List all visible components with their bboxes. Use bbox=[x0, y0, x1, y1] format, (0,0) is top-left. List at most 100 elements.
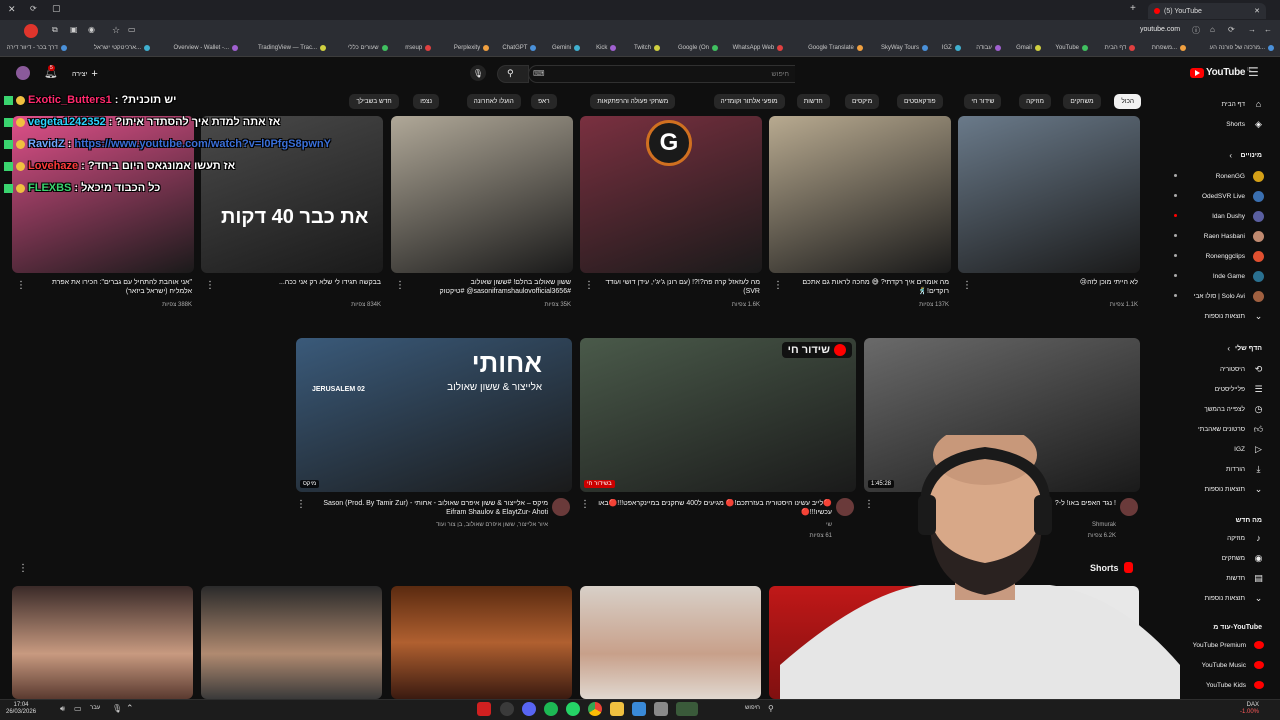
bookmark-item[interactable]: Gemini bbox=[552, 45, 580, 51]
short-thumbnail[interactable] bbox=[201, 586, 382, 699]
bookmark-item[interactable]: WhatsApp Web bbox=[733, 45, 784, 51]
obs-icon[interactable] bbox=[500, 702, 514, 716]
chrome-icon[interactable] bbox=[588, 702, 602, 716]
bookmark-item[interactable]: TradingView — Trac... bbox=[258, 45, 326, 51]
sidebar-item[interactable]: תוצאות נוספות ⌄ bbox=[1205, 311, 1264, 322]
chip-8[interactable]: משחקי פעולה והרפתקאות bbox=[590, 94, 676, 109]
chip-9[interactable]: ראפ bbox=[531, 94, 557, 109]
bookmark-item[interactable]: עבודה bbox=[976, 45, 1001, 51]
voice-search-icon[interactable]: 🎙︎ bbox=[470, 65, 486, 81]
volume-icon[interactable]: 🔊︎ bbox=[60, 704, 65, 714]
bookmark-item[interactable]: rrseup bbox=[405, 45, 432, 51]
chip-5[interactable]: מיקסים bbox=[844, 94, 880, 109]
new-tab-icon[interactable]: + bbox=[1130, 3, 1136, 14]
back-icon[interactable]: ← bbox=[1264, 25, 1272, 34]
more-options-icon[interactable]: ⋮ bbox=[773, 280, 783, 292]
stock-widget[interactable]: DAX -1.00% bbox=[1240, 702, 1259, 716]
minecraft-icon[interactable] bbox=[676, 702, 698, 716]
sidebar-item[interactable]: Shorts ◈ bbox=[1226, 119, 1264, 130]
chip-10[interactable]: הועלו לאחרונה bbox=[466, 94, 521, 109]
sidebar-item-subscription[interactable]: OdedSVR Live bbox=[1202, 191, 1264, 202]
bookmark-item[interactable]: ChatGPT bbox=[502, 45, 537, 51]
sidebar-item[interactable]: YouTube Music bbox=[1202, 661, 1264, 669]
chip-0[interactable]: הכול bbox=[1114, 94, 1141, 109]
sidebar-item[interactable]: לצפייה בהמשך ◷ bbox=[1204, 404, 1264, 415]
sidebar-item[interactable]: הורדות ⤓ bbox=[1226, 464, 1264, 475]
refresh-icon[interactable]: ⟳ bbox=[30, 4, 37, 13]
forward-icon[interactable]: → bbox=[1248, 25, 1256, 34]
more-options-icon[interactable]: ⋮ bbox=[296, 499, 306, 511]
clock[interactable]: 17:04 26/03/2026 bbox=[6, 702, 36, 716]
video-thumbnail[interactable]: אחותי אלייצור & ששון שאולוב JERUSALEM 02 מי… bbox=[296, 338, 572, 492]
bookmark-item[interactable]: Twitch bbox=[634, 45, 660, 51]
sidebar-item-subscription[interactable]: Idan Dushy bbox=[1212, 211, 1264, 222]
file-explorer-icon[interactable] bbox=[610, 702, 624, 716]
sidebar-item-subscription[interactable]: סולו אבי | Solo Avi bbox=[1194, 291, 1264, 302]
video-title[interactable]: לא הייתי מוכן לזה😢 bbox=[976, 278, 1138, 298]
video-thumbnail[interactable] bbox=[391, 116, 573, 273]
bookmark-item[interactable]: מרכזה של פורנה הע... bbox=[1210, 45, 1274, 51]
subscriptions-title[interactable]: מינויים bbox=[1241, 152, 1262, 159]
discord-icon[interactable] bbox=[522, 702, 536, 716]
bookmark-item[interactable]: Perplexity bbox=[454, 45, 490, 51]
avatar[interactable] bbox=[16, 66, 30, 80]
video-thumbnail[interactable] bbox=[958, 116, 1140, 273]
shelf-menu-icon[interactable]: ⋮ bbox=[18, 563, 28, 575]
you-title[interactable]: הדף שלי bbox=[1235, 345, 1262, 352]
microphone-icon[interactable]: 🎙︎ bbox=[112, 704, 122, 713]
bookmark-item[interactable]: משפחת... bbox=[1152, 45, 1186, 51]
spotify-icon[interactable] bbox=[544, 702, 558, 716]
search-button[interactable]: ⚲ bbox=[497, 65, 529, 83]
restore-icon[interactable]: ▢ bbox=[52, 3, 61, 14]
sidebar-item-subscription[interactable]: RonenGG bbox=[1216, 171, 1264, 182]
whatsapp-icon[interactable] bbox=[566, 702, 580, 716]
photos-icon[interactable] bbox=[632, 702, 646, 716]
bookmark-item[interactable]: ארכיטקטי ישראל... bbox=[94, 45, 150, 51]
network-icon[interactable]: ▭ bbox=[74, 704, 82, 713]
bookmark-item[interactable]: Google Translate bbox=[808, 45, 863, 51]
reload-icon[interactable]: ⟳ bbox=[1228, 25, 1235, 34]
taskbar-search-label[interactable]: חיפוש bbox=[745, 705, 760, 711]
video-title[interactable]: "אני אוהבת להתחיל עם גברים": הכירו את אפ… bbox=[30, 278, 192, 298]
chip-7[interactable]: מופעי אלתור וקומדיה bbox=[713, 94, 785, 109]
more-options-icon[interactable]: ⋮ bbox=[205, 280, 215, 292]
bookmark-item[interactable]: Gmail bbox=[1016, 45, 1041, 51]
extension-icon[interactable]: ▣ bbox=[70, 25, 78, 34]
bookmark-item[interactable]: שעורים כללי bbox=[348, 45, 388, 51]
bookmark-item[interactable]: דף הבית bbox=[1105, 45, 1136, 51]
profile-icon[interactable] bbox=[24, 24, 38, 38]
bookmark-item[interactable]: Overview - Wallet -... bbox=[174, 45, 238, 51]
close-tab-icon[interactable]: ✕ bbox=[1254, 7, 1260, 15]
create-button[interactable]: יצירה + bbox=[72, 68, 98, 80]
short-thumbnail[interactable] bbox=[391, 586, 572, 699]
sidebar-item-subscription[interactable]: Ronenggclips bbox=[1206, 251, 1264, 262]
bookmark-star-icon[interactable]: ☆ bbox=[112, 25, 120, 36]
sidebar-item[interactable]: סרטונים שאהבתי 👍︎ bbox=[1198, 424, 1264, 435]
bookmark-item[interactable]: IGZ bbox=[942, 45, 961, 51]
home-button-icon[interactable]: ⌂ bbox=[1210, 25, 1215, 34]
taskbar-search-icon[interactable]: ⚲ bbox=[768, 704, 774, 713]
more-options-icon[interactable]: ⋮ bbox=[395, 280, 405, 292]
short-thumbnail[interactable] bbox=[12, 586, 193, 699]
bookmark-item[interactable]: SkyWay Tours bbox=[881, 45, 928, 51]
bookmark-item[interactable]: דרך בכר - דיוור דירה bbox=[7, 45, 67, 51]
chip-4[interactable]: פודקאסטים bbox=[896, 94, 943, 109]
video-title[interactable]: ששון שאולוב בהלם! #ששון שאולוב #sasonifr… bbox=[409, 278, 571, 298]
close-window-icon[interactable]: ✕ bbox=[8, 4, 16, 15]
more-options-icon[interactable]: ⋮ bbox=[962, 280, 972, 292]
chip-11[interactable]: נצפו bbox=[413, 94, 439, 109]
app-icon[interactable] bbox=[654, 702, 668, 716]
video-title[interactable]: מה לעזאזל קרה פה?!?! (עם רונן ג'יג'י, עי… bbox=[598, 278, 760, 298]
chip-6[interactable]: חדשות bbox=[796, 94, 830, 109]
sidebar-item[interactable]: משחקים ◉ bbox=[1222, 553, 1264, 564]
url-text[interactable]: youtube.com bbox=[1140, 26, 1180, 33]
search-box[interactable]: ⌨ bbox=[528, 65, 795, 83]
sidebar-item[interactable]: מוזיקה ♪ bbox=[1227, 533, 1264, 543]
sidebar-item[interactable]: היסטוריה ⟲ bbox=[1220, 364, 1264, 375]
chip-2[interactable]: מוזיקה bbox=[1019, 94, 1051, 109]
youtube-logo[interactable]: YouTube IL bbox=[1190, 67, 1251, 78]
sidebar-item-subscription[interactable]: Raen Hasbani bbox=[1204, 231, 1264, 242]
sidebar-item[interactable]: חדשות ▤ bbox=[1226, 573, 1264, 584]
more-options-icon[interactable]: ⋮ bbox=[580, 499, 590, 511]
channel-name[interactable]: איור אלייצור, ששון איפרם שאולוב, בן צור … bbox=[310, 522, 548, 528]
